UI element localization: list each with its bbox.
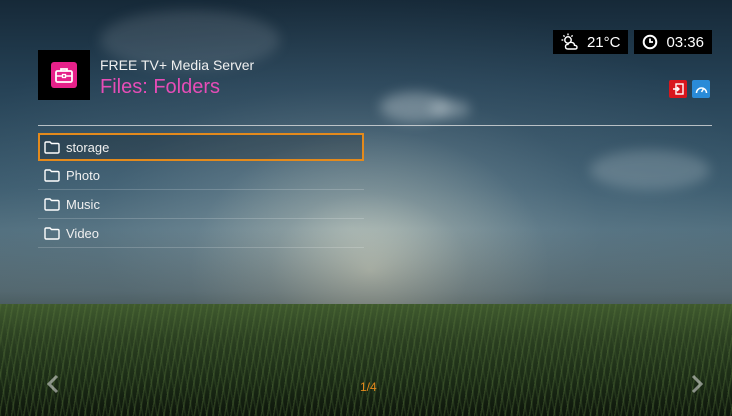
folder-label: Video [66,225,100,241]
clock-icon [643,34,658,50]
cloud [590,150,710,190]
folder-label: Music [66,196,100,212]
speedometer-icon[interactable] [692,80,710,98]
chevron-left-icon[interactable] [46,374,60,394]
header-divider [38,125,712,126]
temperature-text: 21°C [586,33,621,51]
folder-icon [44,168,60,182]
briefcase-icon [51,62,77,88]
chevron-right-icon[interactable] [690,374,704,394]
folder-icon [44,140,60,154]
clock-widget: 03:36 [634,30,712,54]
folder-label: Photo [66,167,100,183]
folder-icon [44,197,60,211]
folder-label: storage [66,139,110,155]
folder-list: storage Photo Music Video [38,133,364,248]
grass-field-background [0,304,732,416]
page-indicator: 1/4 [360,380,377,394]
quick-icons [669,80,710,98]
media-server-screen: 21°C 03:36 FREE TV+ Media Server Files: … [0,0,732,416]
partly-sunny-icon [561,33,578,50]
time-text: 03:36 [666,33,704,51]
server-name: FREE TV+ Media Server [100,57,255,73]
list-item-photo[interactable]: Photo [38,161,364,190]
list-item-music[interactable]: Music [38,190,364,219]
weather-widget: 21°C [552,30,629,54]
folder-icon [44,226,60,240]
page-title: Files: Folders [100,76,221,98]
cloud [430,100,470,118]
app-icon [38,50,90,100]
status-bar: 21°C 03:36 [552,30,712,54]
list-item-storage[interactable]: storage [38,133,364,161]
list-item-video[interactable]: Video [38,219,364,248]
exit-icon[interactable] [669,80,687,98]
